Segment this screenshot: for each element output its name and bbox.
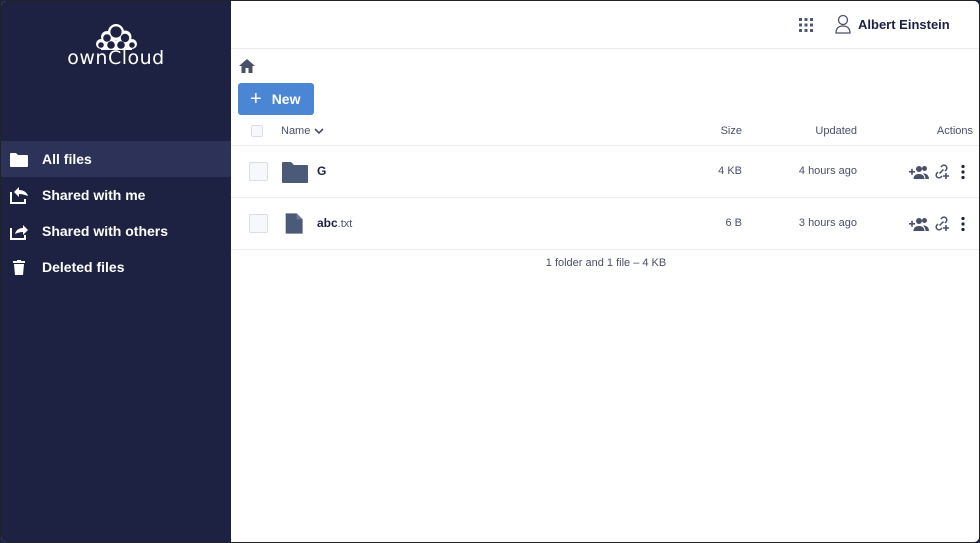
add-people-share-icon[interactable]: [909, 165, 929, 179]
user-menu[interactable]: Albert Einstein: [835, 14, 950, 34]
sidebar-nav: All files Shared with me Shared with oth…: [1, 141, 231, 285]
link-add-icon[interactable]: [934, 216, 950, 232]
user-name: Albert Einstein: [858, 16, 950, 32]
file-size: 6 B: [725, 217, 742, 229]
top-bar: Albert Einstein: [231, 1, 979, 49]
link-add-icon[interactable]: [934, 164, 950, 180]
owncloud-logo[interactable]: ownCloud: [61, 23, 171, 69]
trash-icon: [9, 257, 29, 277]
row-checkbox[interactable]: [249, 214, 268, 233]
row-checkbox[interactable]: [249, 162, 268, 181]
logo-text: ownCloud: [67, 47, 165, 69]
file-updated: 3 hours ago: [798, 217, 857, 229]
sidebar-item-shared-with-me[interactable]: Shared with me: [1, 177, 231, 213]
user-avatar-icon: [835, 14, 851, 34]
select-all-checkbox[interactable]: [251, 125, 263, 137]
column-header-updated[interactable]: Updated: [815, 125, 857, 137]
column-header-name[interactable]: Name: [281, 125, 324, 137]
sidebar-item-deleted-files[interactable]: Deleted files: [1, 249, 231, 285]
table-row[interactable]: abc.txt 6 B 3 hours ago: [231, 198, 979, 250]
sidebar-item-shared-with-others[interactable]: Shared with others: [1, 213, 231, 249]
sidebar-item-label: All files: [42, 151, 92, 167]
main-content: Albert Einstein + New Name Size Updated …: [231, 1, 979, 542]
plus-icon: +: [250, 88, 262, 110]
file-icon: [285, 213, 303, 234]
more-options-icon[interactable]: [960, 216, 966, 232]
home-icon[interactable]: [239, 59, 255, 73]
folder-icon: [9, 149, 29, 169]
sidebar-item-label: Shared with me: [42, 187, 146, 203]
files-table: Name Size Updated Actions G 4 KB 4 hours…: [231, 119, 979, 250]
sidebar: ownCloud All files Shared with me Shared…: [1, 1, 231, 542]
file-name[interactable]: G: [317, 164, 326, 178]
file-name[interactable]: abc.txt: [317, 216, 352, 230]
add-people-share-icon[interactable]: [909, 217, 929, 231]
sidebar-item-label: Shared with others: [42, 223, 169, 239]
table-row[interactable]: G 4 KB 4 hours ago: [231, 146, 979, 198]
column-header-name-label: Name: [281, 125, 311, 137]
folder-icon: [282, 162, 308, 183]
table-header: Name Size Updated Actions: [231, 119, 979, 146]
sidebar-item-label: Deleted files: [42, 259, 125, 275]
share-in-icon: [9, 185, 29, 205]
app-window: ownCloud All files Shared with me Shared…: [0, 0, 980, 543]
app-grid-icon[interactable]: [799, 18, 813, 32]
chevron-down-icon: [314, 127, 324, 134]
file-size: 4 KB: [718, 165, 742, 177]
file-updated: 4 hours ago: [798, 165, 857, 177]
column-header-size[interactable]: Size: [721, 125, 742, 137]
more-options-icon[interactable]: [960, 164, 966, 180]
share-out-icon: [9, 221, 29, 241]
new-button-label: New: [271, 91, 301, 107]
sidebar-item-all-files[interactable]: All files: [1, 141, 231, 177]
column-header-actions: Actions: [936, 125, 973, 137]
files-summary: 1 folder and 1 file – 4 KB: [545, 257, 667, 269]
new-button[interactable]: + New: [238, 83, 314, 115]
